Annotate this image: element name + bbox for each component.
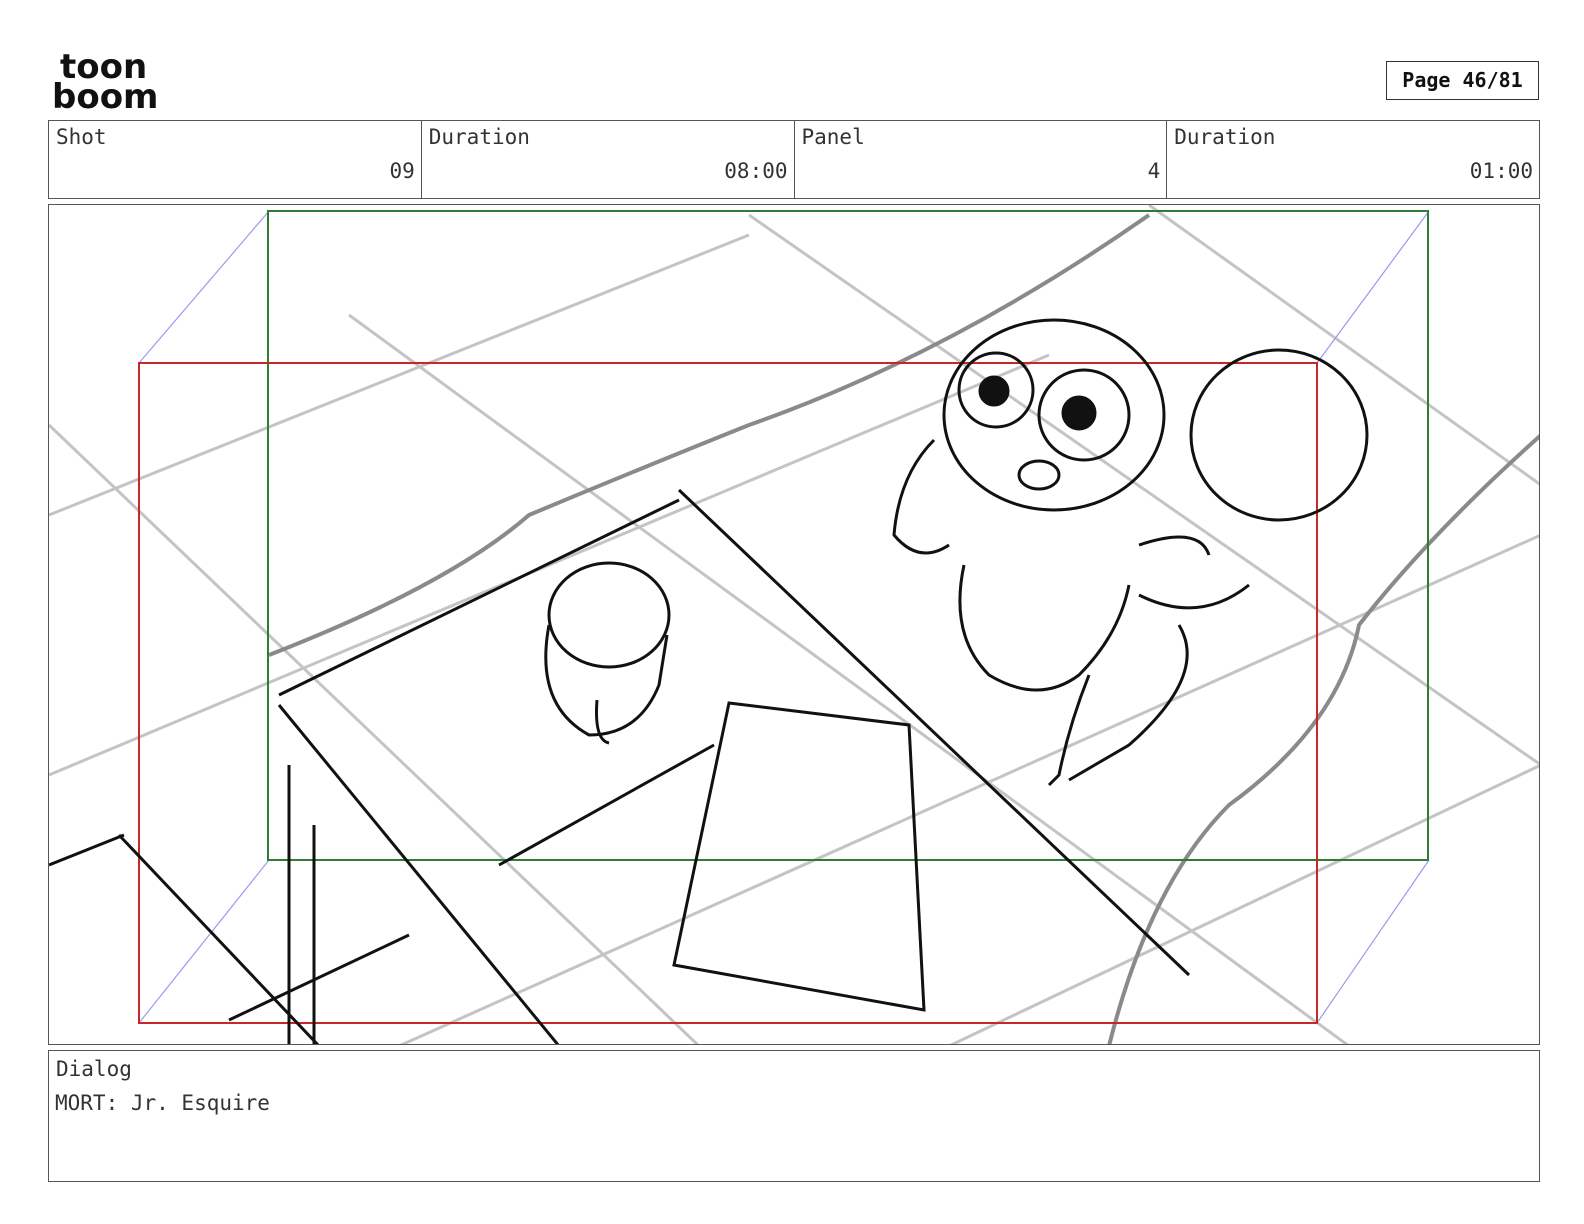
storyboard-panel xyxy=(48,204,1540,1045)
camera-corner-guides xyxy=(138,210,1430,1024)
shot-label: Shot xyxy=(56,125,107,149)
sketch-drawing xyxy=(49,205,1539,1044)
shot-duration-label: Duration xyxy=(428,125,530,149)
camera-frame xyxy=(138,362,1318,1024)
shot-cell: Shot 09 xyxy=(49,121,422,198)
safe-frame xyxy=(267,210,1429,861)
dialog-label: Dialog xyxy=(56,1057,132,1081)
toon-boom-logo: toon boom xyxy=(52,50,158,112)
panel-duration-label: Duration xyxy=(1174,125,1276,149)
shot-value: 09 xyxy=(389,159,415,183)
shot-duration-value: 08:00 xyxy=(724,159,788,183)
panel-cell: Panel 4 xyxy=(795,121,1168,198)
dialog-text: MORT: Jr. Esquire xyxy=(55,1091,270,1115)
dialog-box: Dialog MORT: Jr. Esquire xyxy=(48,1050,1540,1182)
panel-info-bar: Shot 09 Duration 08:00 Panel 4 Duration … xyxy=(48,120,1540,199)
rug-edge-right xyxy=(1107,434,1539,1044)
panel-value: 4 xyxy=(1147,159,1161,183)
paper-sketch xyxy=(498,701,926,1012)
page-number: Page 46/81 xyxy=(1386,61,1539,100)
rug-edge xyxy=(268,213,1151,657)
logo-line-2: boom xyxy=(52,77,158,112)
panel-duration-value: 01:00 xyxy=(1469,159,1533,183)
mug-sketch xyxy=(544,561,671,745)
panel-label: Panel xyxy=(801,125,865,149)
shot-duration-cell: Duration 08:00 xyxy=(422,121,795,198)
panel-duration-cell: Duration 01:00 xyxy=(1167,121,1539,198)
